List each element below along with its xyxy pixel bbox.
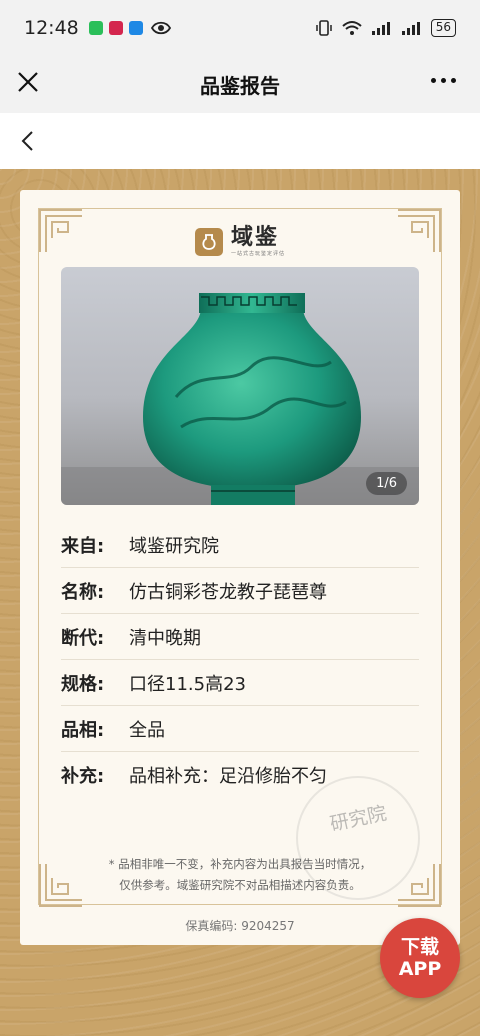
disclaimer-line: 仅供参考。域鉴研究院不对品相描述内容负责。: [119, 878, 361, 892]
info-label: 规格:: [61, 673, 105, 695]
disclaimer-line: * 品相非唯一不变，补充内容为出具报告当时情况，: [108, 857, 372, 871]
nav-bar: 品鉴报告: [0, 56, 480, 112]
info-row-condition: 品相: 全品: [61, 706, 419, 752]
report-card: 域鉴 一站式古玩鉴定评估 1/6 来自: 域鉴研究院 名称: 仿古铜彩苍龙教子琵…: [20, 190, 460, 945]
close-icon[interactable]: [16, 70, 40, 94]
artifact-photo[interactable]: 1/6: [61, 267, 419, 505]
info-row-name: 名称: 仿古铜彩苍龙教子琵琶尊: [61, 568, 419, 614]
info-value: 口径11.5高23: [129, 673, 246, 695]
info-value: 全品: [129, 719, 165, 741]
info-row-spec: 规格: 口径11.5高23: [61, 660, 419, 706]
info-label: 断代:: [61, 627, 105, 649]
signal-icon-2: [401, 22, 420, 35]
download-app-button[interactable]: 下载 APP: [380, 918, 460, 998]
vase-logo-icon: [194, 227, 223, 256]
disclaimer: * 品相非唯一不变，补充内容为出具报告当时情况， 仅供参考。域鉴研究院不对品相描…: [20, 854, 460, 896]
info-value: 仿古铜彩苍龙教子琵琶尊: [129, 581, 327, 603]
info-value: 清中晚期: [129, 627, 201, 649]
signal-icon: [371, 22, 390, 35]
info-label: 品相:: [61, 719, 105, 741]
info-row-source: 来自: 域鉴研究院: [61, 522, 419, 568]
wifi-icon: [342, 21, 362, 35]
info-label: 名称:: [61, 581, 105, 603]
back-arrow-icon[interactable]: [18, 129, 38, 153]
eye-icon: [150, 21, 171, 35]
info-table: 来自: 域鉴研究院 名称: 仿古铜彩苍龙教子琵琶尊 断代: 清中晚期 规格: 口…: [61, 522, 419, 798]
message-icon: [128, 21, 143, 35]
page-title: 品鉴报告: [200, 73, 280, 98]
brand-logo: 域鉴 一站式古玩鉴定评估: [20, 226, 460, 257]
brand-tagline: 一站式古玩鉴定评估: [230, 251, 285, 257]
status-bar: 12:48 56: [0, 0, 480, 56]
photo-counter: 1/6: [366, 472, 407, 495]
info-label: 来自:: [61, 535, 105, 557]
info-row-dating: 断代: 清中晚期: [61, 614, 419, 660]
battery-indicator: 56: [430, 19, 456, 37]
info-label: 补充:: [61, 766, 105, 787]
brand-name: 域鉴: [230, 225, 279, 250]
more-menu-icon[interactable]: [431, 78, 456, 83]
status-time: 12:48: [24, 17, 79, 39]
info-value: 域鉴研究院: [129, 535, 219, 557]
vase-image: [61, 293, 419, 505]
download-label: 下载: [400, 936, 439, 958]
back-bar: [0, 113, 480, 169]
download-label-app: APP: [398, 958, 442, 980]
seal-text: 研究院: [328, 802, 389, 836]
wechat-work-icon: [88, 21, 103, 35]
app-notification-icon: [108, 21, 123, 35]
vibrate-icon: [315, 20, 332, 36]
